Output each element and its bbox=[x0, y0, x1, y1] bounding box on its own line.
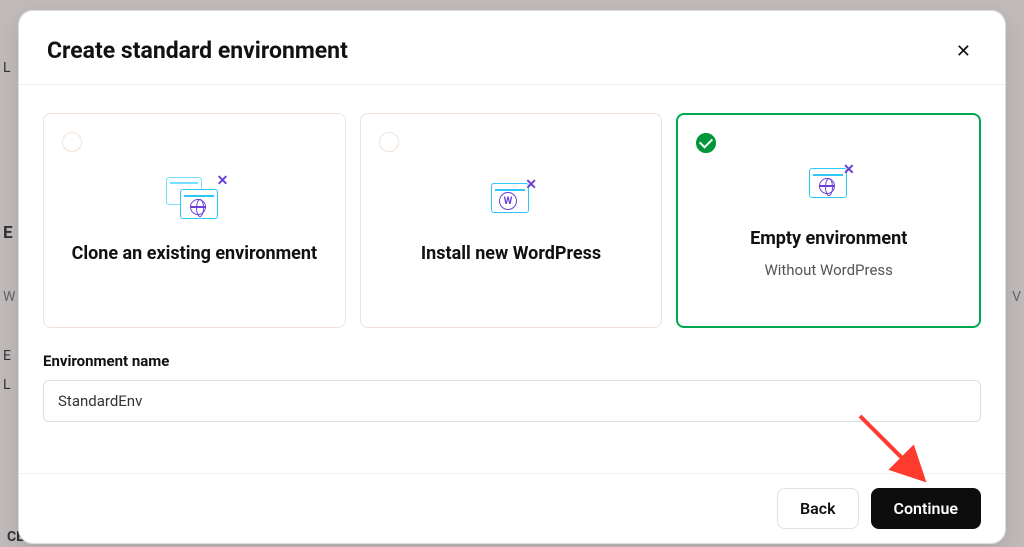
option-empty-environment[interactable]: ✕ Empty environment Without WordPress bbox=[676, 113, 981, 328]
option-title: Empty environment bbox=[750, 228, 907, 249]
option-title: Install new WordPress bbox=[421, 243, 601, 264]
radio-checked-icon bbox=[696, 133, 716, 153]
option-subtitle: Without WordPress bbox=[764, 261, 892, 279]
environment-options: ✕ Clone an existing environment W ✕ Inst… bbox=[43, 113, 981, 328]
option-clone-existing[interactable]: ✕ Clone an existing environment bbox=[43, 113, 346, 328]
environment-name-field: Environment name bbox=[43, 352, 981, 422]
close-button[interactable]: ✕ bbox=[952, 38, 975, 64]
create-environment-modal: Create standard environment ✕ ✕ Clone an… bbox=[18, 10, 1006, 544]
field-label: Environment name bbox=[43, 352, 981, 370]
modal-body: ✕ Clone an existing environment W ✕ Inst… bbox=[19, 85, 1005, 445]
close-icon: ✕ bbox=[956, 41, 971, 61]
radio-unchecked-icon bbox=[62, 132, 82, 152]
empty-env-icon: ✕ bbox=[801, 162, 857, 206]
option-install-wordpress[interactable]: W ✕ Install new WordPress bbox=[360, 113, 663, 328]
option-title: Clone an existing environment bbox=[72, 243, 318, 264]
modal-header: Create standard environment ✕ bbox=[19, 11, 1005, 85]
clone-icon: ✕ bbox=[166, 177, 222, 221]
radio-unchecked-icon bbox=[379, 132, 399, 152]
back-button[interactable]: Back bbox=[777, 488, 859, 529]
wordpress-icon: W ✕ bbox=[483, 177, 539, 221]
modal-title: Create standard environment bbox=[47, 37, 348, 64]
environment-name-input[interactable] bbox=[43, 380, 981, 422]
modal-footer: Back Continue bbox=[19, 473, 1005, 543]
continue-button[interactable]: Continue bbox=[871, 488, 981, 529]
